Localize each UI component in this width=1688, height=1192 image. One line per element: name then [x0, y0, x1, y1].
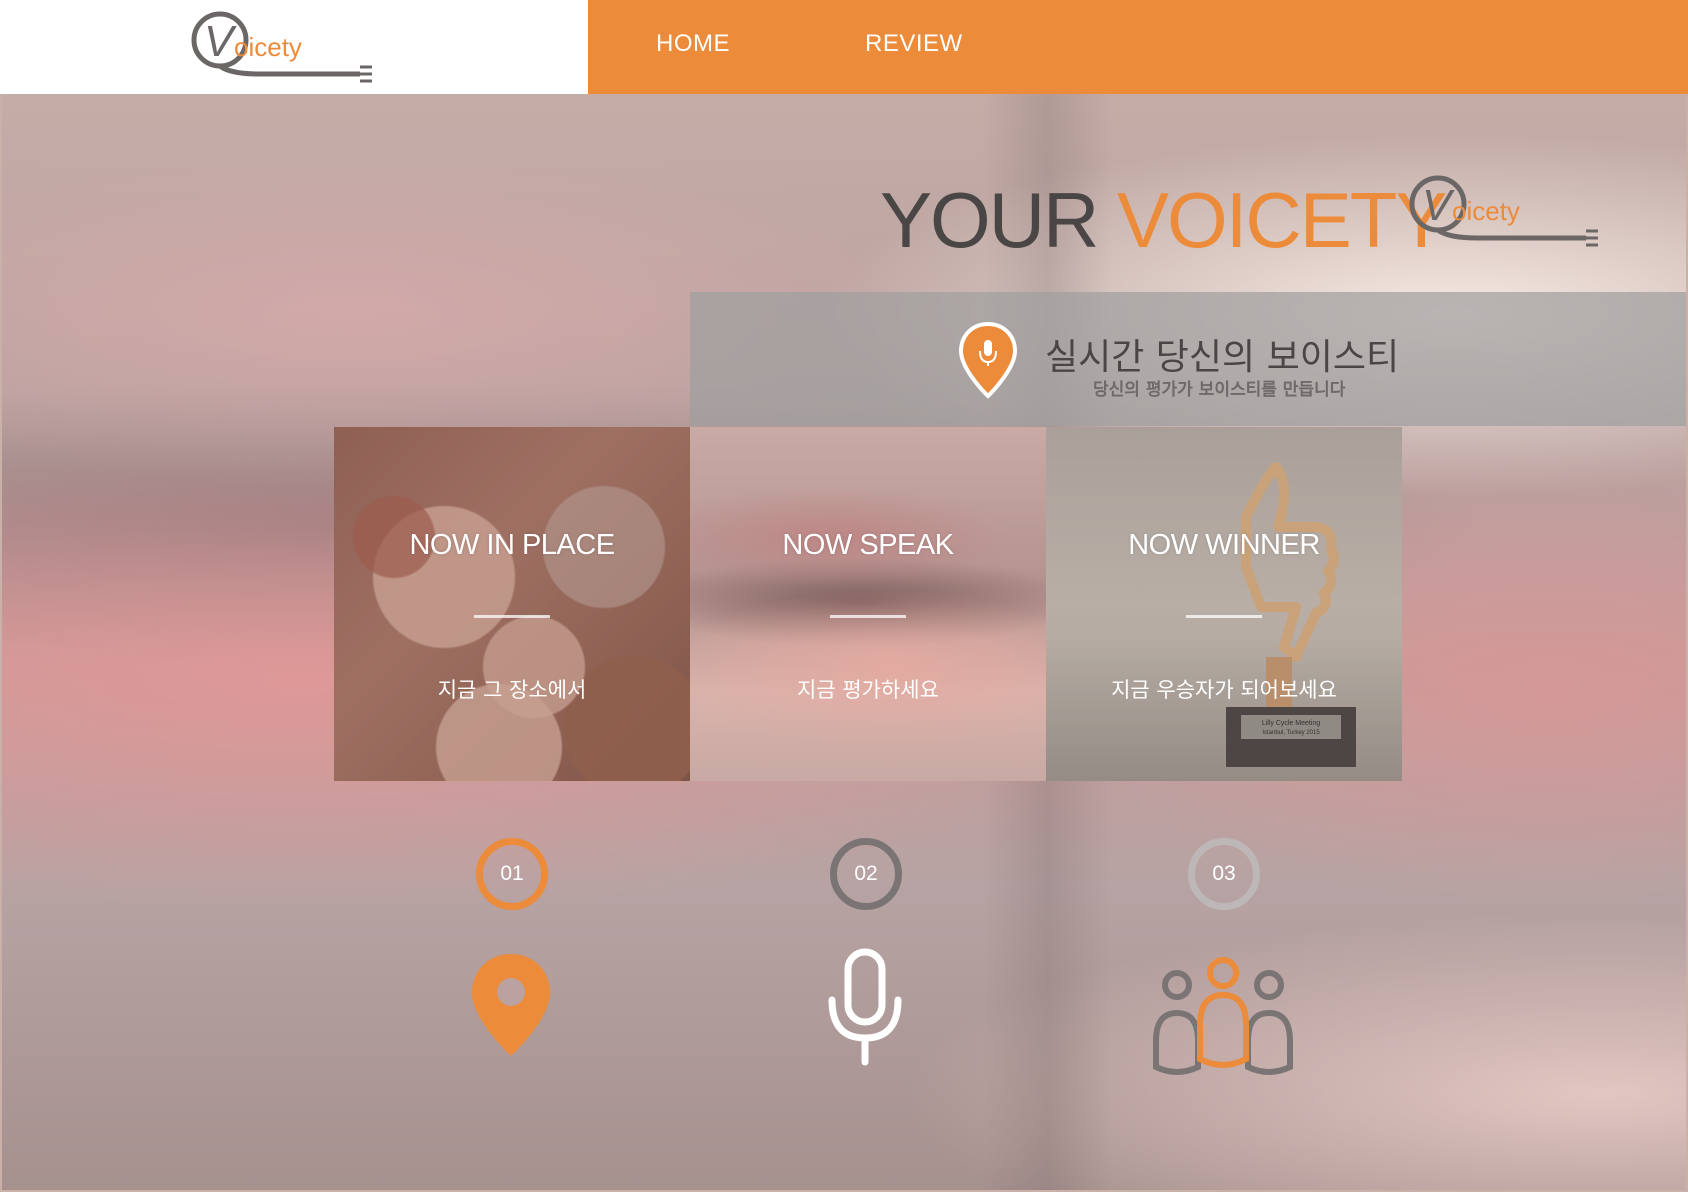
step-02-badge: 02 [830, 838, 902, 910]
banner-subtitle: 당신의 평가가 보이스티를 만듭니다 [1093, 380, 1346, 400]
top-navigation: HOME REVIEW [588, 0, 1688, 94]
voicety-hero-logo: V oicety [1409, 175, 1598, 247]
card-title: NOW IN PLACE [409, 529, 615, 561]
location-pin-icon [472, 954, 550, 1056]
logo-letter: V [204, 17, 237, 66]
step-01-badge: 01 [476, 838, 548, 910]
card-description: 지금 평가하세요 [797, 678, 939, 702]
card-description: 지금 우승자가 되어보세요 [1111, 678, 1337, 702]
card-now-winner[interactable]: Lilly Cycle Meeting Istanbul, Turkey 201… [1046, 427, 1402, 781]
hero-title: YOUR VOICETY [880, 175, 1447, 266]
card-title: NOW SPEAK [782, 529, 954, 561]
nav-home-link[interactable]: HOME [656, 30, 730, 58]
header-logo-area: V oicety [0, 0, 588, 94]
card-title: NOW WINNER [1128, 529, 1320, 561]
hero-logo-wordmark: oicety [1452, 196, 1520, 226]
card-now-speak[interactable]: NOW SPEAK 지금 평가하세요 [690, 427, 1046, 781]
card-divider [830, 615, 906, 618]
microphone-icon [828, 948, 902, 1066]
realtime-banner: 실시간 당신의 보이스티 당신의 평가가 보이스티를 만듭니다 [690, 292, 1686, 426]
card-divider [1186, 615, 1262, 618]
location-mic-pin-icon [958, 321, 1018, 399]
hero-title-voicety: VOICETY [1117, 176, 1447, 264]
people-icon [1153, 957, 1293, 1075]
card-now-in-place[interactable]: NOW IN PLACE 지금 그 장소에서 [334, 427, 690, 781]
logo-wordmark: oicety [234, 32, 302, 62]
step-03-badge: 03 [1188, 838, 1260, 910]
nav-review-link[interactable]: REVIEW [865, 30, 963, 58]
hero-logo-letter: V [1422, 181, 1455, 230]
hero-title-your: YOUR [880, 176, 1099, 264]
card-description: 지금 그 장소에서 [437, 678, 587, 702]
voicety-logo[interactable]: V oicety [190, 10, 390, 86]
card-divider [474, 615, 550, 618]
banner-title: 실시간 당신의 보이스티 [1045, 337, 1400, 378]
